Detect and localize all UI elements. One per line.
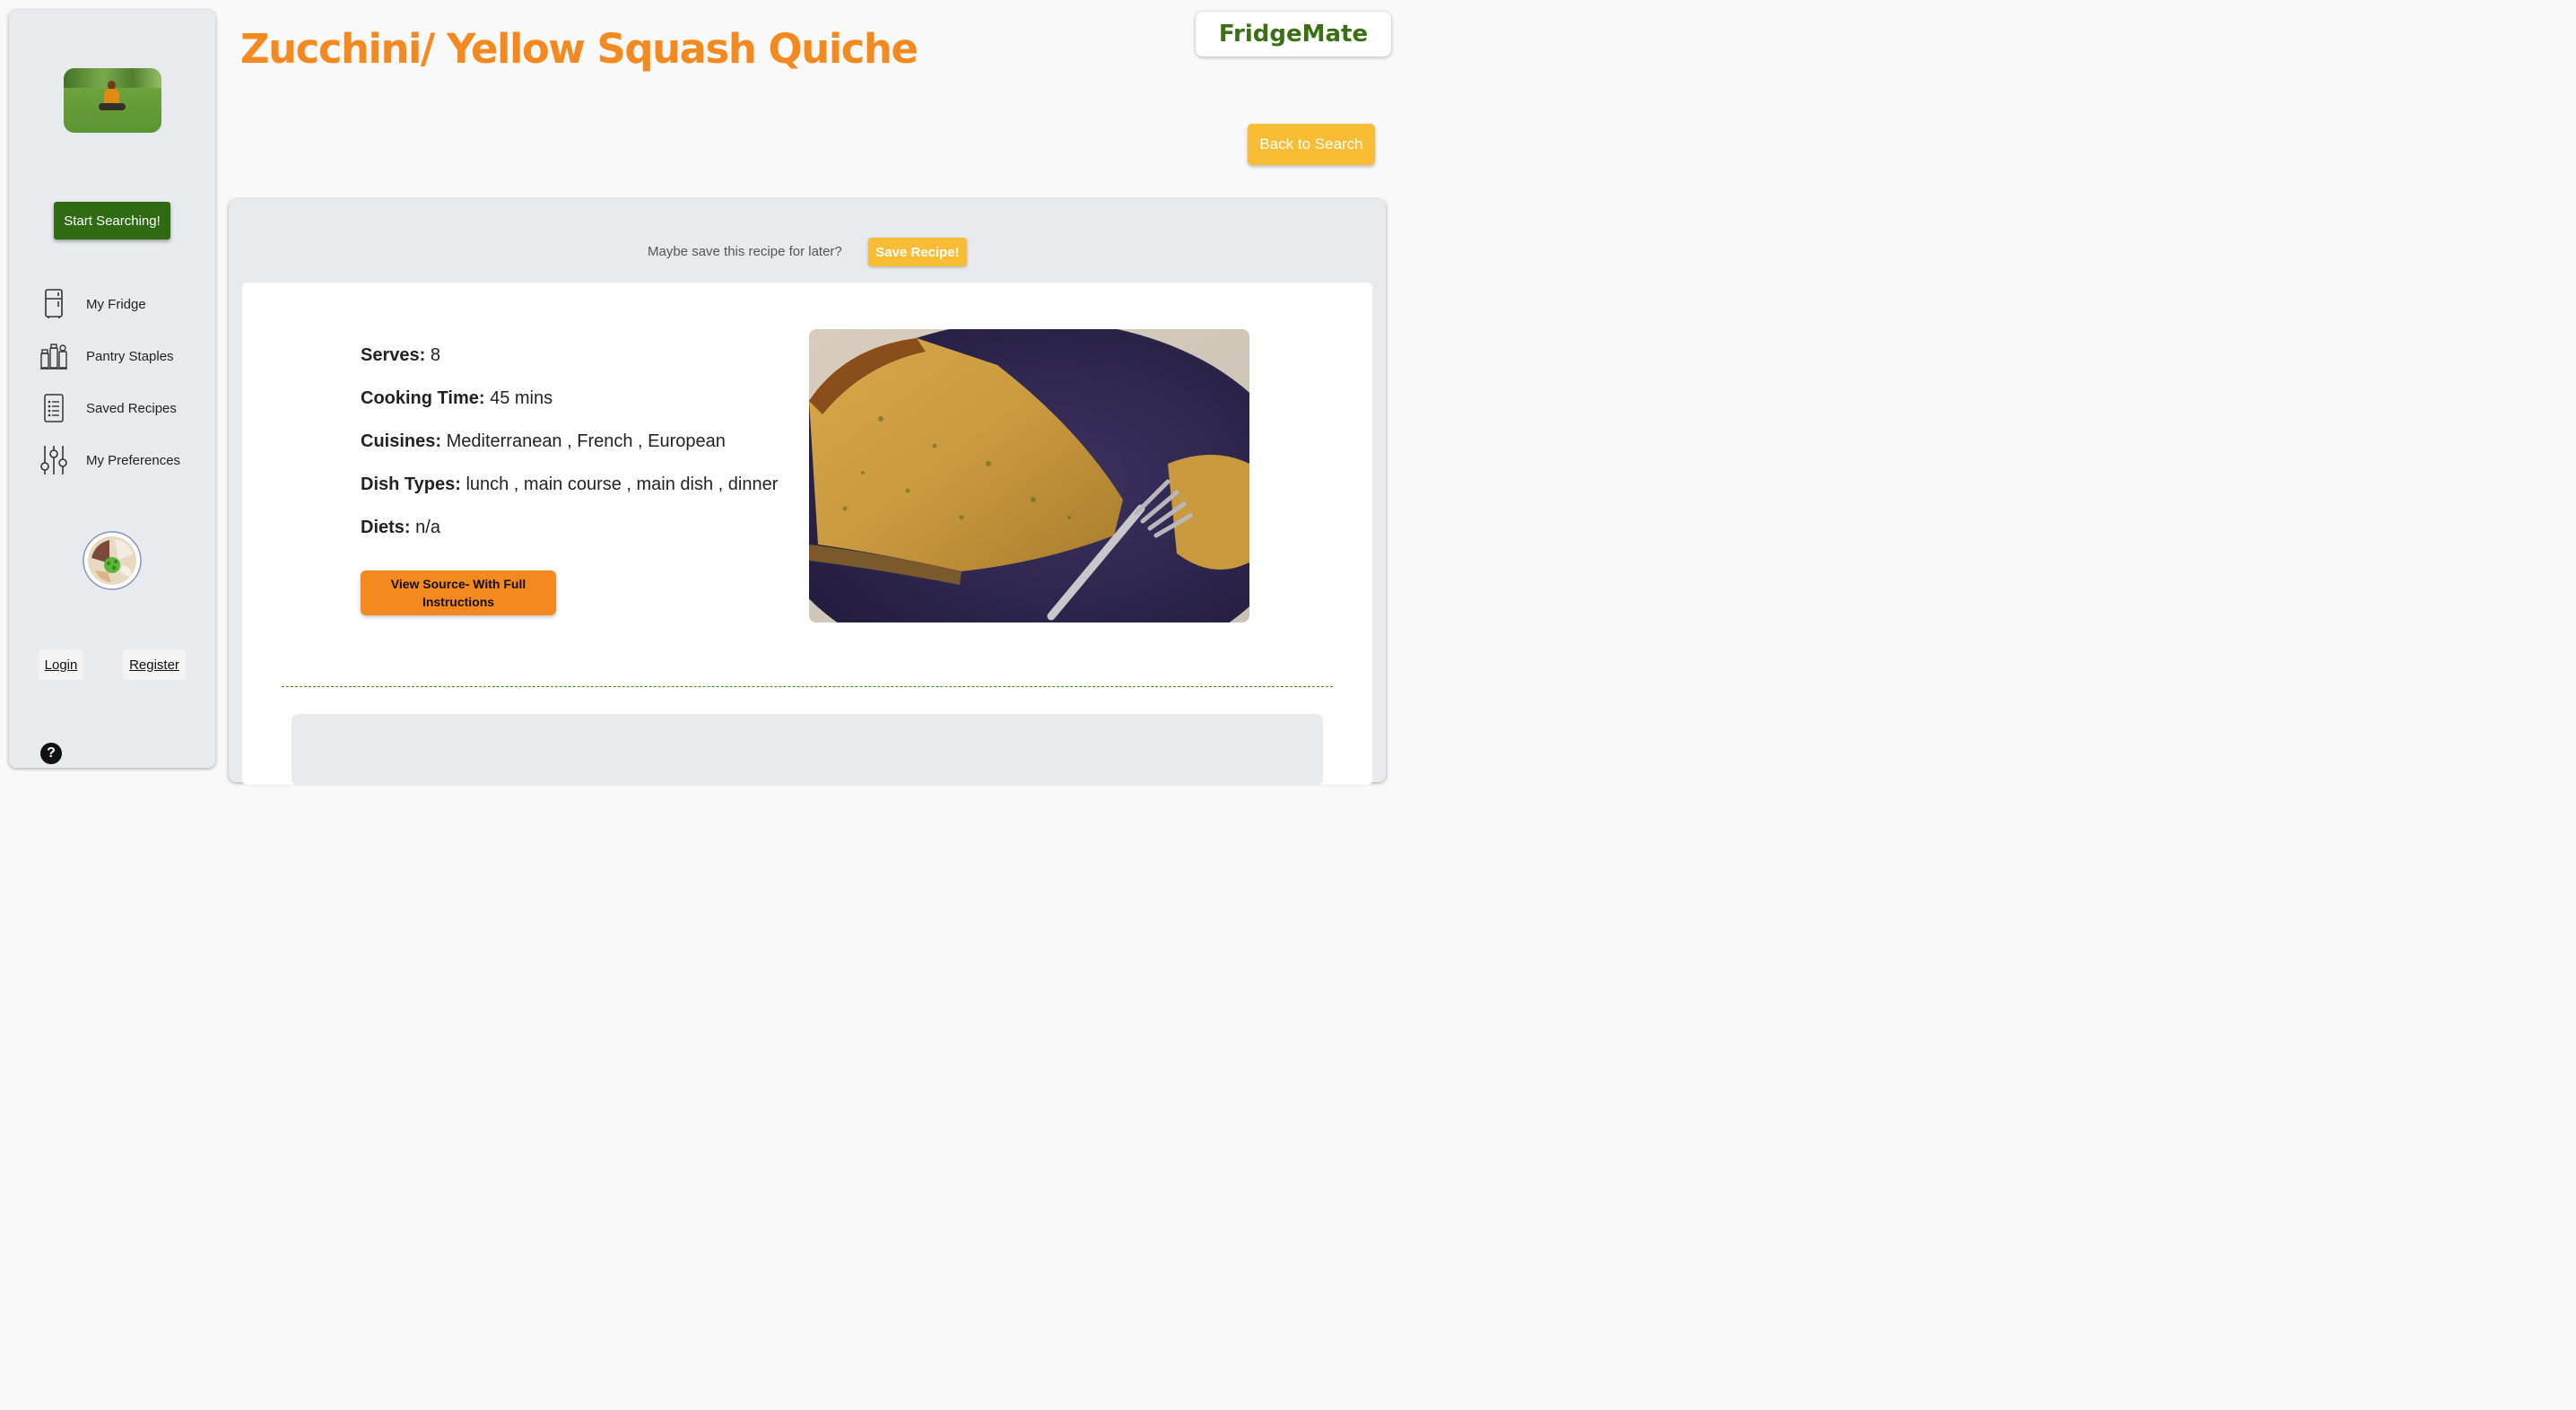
view-source-button[interactable]: View Source- With Full Instructions <box>361 570 556 615</box>
serves-row: Serves: 8 <box>361 345 440 366</box>
cuisines-label: Cuisines: <box>361 431 442 451</box>
sidebar-item-pantry-staples[interactable]: Pantry Staples <box>38 338 208 374</box>
dish-types-value: lunch , main course , main dish , dinner <box>466 474 779 494</box>
sidebar-item-saved-recipes[interactable]: Saved Recipes <box>38 390 208 426</box>
recipe-image <box>809 329 1249 622</box>
cuisines-row: Cuisines: Mediterranean , French , Europ… <box>361 431 726 452</box>
sidebar-item-label: Pantry Staples <box>86 348 174 364</box>
sidebar-item-my-preferences[interactable]: My Preferences <box>38 442 208 478</box>
page-title: Zucchini/ Yellow Squash Quiche <box>240 25 918 73</box>
list-document-icon <box>38 392 70 424</box>
diets-row: Diets: n/a <box>361 518 440 538</box>
sidebar: Start Searching! My Fridge Pantry Staple… <box>9 10 215 768</box>
sidebar-item-my-fridge[interactable]: My Fridge <box>38 286 208 322</box>
sliders-icon <box>38 444 70 476</box>
start-searching-button[interactable]: Start Searching! <box>54 202 170 239</box>
back-to-search-button[interactable]: Back to Search <box>1248 124 1375 165</box>
register-link[interactable]: Register <box>123 649 186 680</box>
sidebar-item-label: My Preferences <box>86 452 181 468</box>
diets-label: Diets: <box>361 518 411 537</box>
instructions-panel <box>292 714 1323 786</box>
diets-value: n/a <box>415 518 440 537</box>
fridge-icon <box>38 288 70 320</box>
cooking-time-value: 45 mins <box>490 388 553 408</box>
section-divider <box>282 686 1333 687</box>
login-link[interactable]: Login <box>39 649 83 680</box>
serves-value: 8 <box>430 345 440 365</box>
help-icon[interactable]: ? <box>40 743 62 764</box>
brand-logo[interactable]: FridgeMate <box>1196 12 1391 57</box>
dish-types-label: Dish Types: <box>361 474 461 494</box>
page: Start Searching! My Fridge Pantry Staple… <box>0 0 1406 786</box>
pantry-jars-icon <box>38 340 70 372</box>
cooking-time-row: Cooking Time: 45 mins <box>361 388 553 409</box>
sidebar-item-label: My Fridge <box>86 296 146 312</box>
user-avatar[interactable] <box>64 68 161 133</box>
cooking-time-label: Cooking Time: <box>361 388 485 408</box>
food-bowl-logo <box>83 531 142 590</box>
dish-types-row: Dish Types: lunch , main course , main d… <box>361 474 778 495</box>
serves-label: Serves: <box>361 345 426 365</box>
save-prompt: Maybe save this recipe for later? <box>648 244 842 259</box>
sidebar-item-label: Saved Recipes <box>86 400 177 416</box>
cuisines-value: Mediterranean , French , European <box>446 431 726 451</box>
save-recipe-button[interactable]: Save Recipe! <box>868 238 967 266</box>
